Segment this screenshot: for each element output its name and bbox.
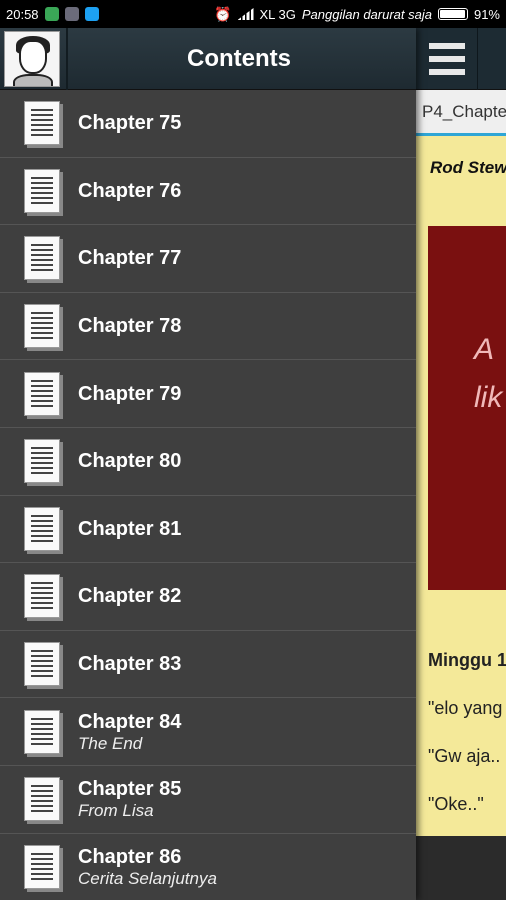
reader-toolbar bbox=[416, 27, 506, 90]
document-icon bbox=[24, 236, 60, 281]
document-icon bbox=[24, 709, 60, 754]
document-icon bbox=[24, 642, 60, 687]
document-icon bbox=[24, 845, 60, 890]
list-item[interactable]: Chapter 76 bbox=[0, 158, 416, 226]
drawer-title: Contents bbox=[187, 44, 291, 72]
battery-percent: 91% bbox=[473, 6, 500, 22]
list-item[interactable]: Chapter 79 bbox=[0, 360, 416, 428]
chapter-title: Chapter 77 bbox=[78, 247, 182, 270]
message-notification-icon bbox=[44, 7, 59, 21]
chapter-title: Chapter 86 bbox=[78, 846, 182, 869]
list-item[interactable]: Chapter 78 bbox=[0, 293, 416, 361]
status-time: 20:58 bbox=[6, 6, 39, 22]
avatar[interactable] bbox=[4, 30, 60, 87]
chapter-title: Chapter 85 bbox=[78, 778, 182, 801]
list-item[interactable]: Chapter 86 Cerita Selanjutnya bbox=[0, 834, 416, 900]
document-icon bbox=[24, 777, 60, 822]
chapter-title: Chapter 83 bbox=[78, 653, 182, 676]
document-icon bbox=[24, 371, 60, 416]
network-label: XL 3G bbox=[259, 6, 296, 22]
chapter-subtitle: From Lisa bbox=[78, 801, 154, 821]
image-text-line2: lik bbox=[474, 381, 503, 414]
chapter-title: Chapter 82 bbox=[78, 585, 182, 608]
reader-line-3: "Gw aja.. bbox=[428, 746, 501, 766]
document-icon bbox=[24, 168, 60, 213]
chapter-title: Chapter 84 bbox=[78, 710, 182, 733]
chapter-title: Chapter 81 bbox=[78, 517, 182, 540]
contents-drawer: Contents Chapter 75 Chapter 76 Chapter 7… bbox=[0, 27, 416, 900]
chapter-title: Chapter 76 bbox=[78, 179, 182, 202]
bbm-notification-icon bbox=[64, 7, 79, 21]
chapter-list: Chapter 75 Chapter 76 Chapter 77 Chapter… bbox=[0, 90, 416, 900]
menu-icon[interactable] bbox=[416, 27, 478, 90]
battery-icon bbox=[437, 8, 468, 20]
reader-line-4: "Oke.." bbox=[428, 794, 484, 814]
chapter-subtitle: Cerita Selanjutnya bbox=[78, 869, 217, 889]
alarm-icon: ⏰ bbox=[214, 5, 232, 22]
chapter-title: Chapter 78 bbox=[78, 315, 182, 338]
image-text-line1: A bbox=[474, 333, 495, 366]
carrier-text: Panggilan darurat saja bbox=[301, 6, 432, 22]
list-item[interactable]: Chapter 83 bbox=[0, 631, 416, 699]
list-item[interactable]: Chapter 82 bbox=[0, 563, 416, 631]
list-item[interactable]: Chapter 81 bbox=[0, 496, 416, 564]
list-item[interactable]: Chapter 75 bbox=[0, 90, 416, 158]
list-item[interactable]: Chapter 85 From Lisa bbox=[0, 766, 416, 834]
reader-panel: P4_Chapte Rod Stew A lik Minggu 1 "elo y… bbox=[416, 27, 506, 900]
chapter-title: Chapter 80 bbox=[78, 450, 182, 473]
reader-line-1: Minggu 1 bbox=[428, 650, 506, 670]
list-item[interactable]: Chapter 77 bbox=[0, 225, 416, 293]
reader-line-2: "elo yang bbox=[428, 698, 503, 718]
document-icon bbox=[24, 101, 60, 146]
chapter-subtitle: The End bbox=[78, 733, 143, 753]
chapter-title: Chapter 75 bbox=[78, 112, 182, 135]
document-icon bbox=[24, 506, 60, 551]
list-item[interactable]: Chapter 80 bbox=[0, 428, 416, 496]
status-bar: 20:58 ⏰ XL 3G Panggilan darurat saja 91% bbox=[0, 0, 506, 28]
document-icon bbox=[24, 304, 60, 349]
chapter-image: A lik bbox=[428, 226, 506, 590]
reader-page: Rod Stew A lik Minggu 1 "elo yang "Gw aj… bbox=[416, 136, 506, 836]
document-icon bbox=[24, 439, 60, 484]
document-icon bbox=[24, 574, 60, 619]
chapter-title: Chapter 79 bbox=[78, 382, 182, 405]
signal-icon bbox=[237, 8, 254, 20]
drawer-header: Contents bbox=[0, 27, 416, 90]
twitter-notification-icon bbox=[84, 7, 99, 21]
reader-tab[interactable]: P4_Chapte bbox=[416, 90, 506, 136]
author-line: Rod Stew bbox=[430, 158, 506, 177]
list-item[interactable]: Chapter 84 The End bbox=[0, 698, 416, 766]
